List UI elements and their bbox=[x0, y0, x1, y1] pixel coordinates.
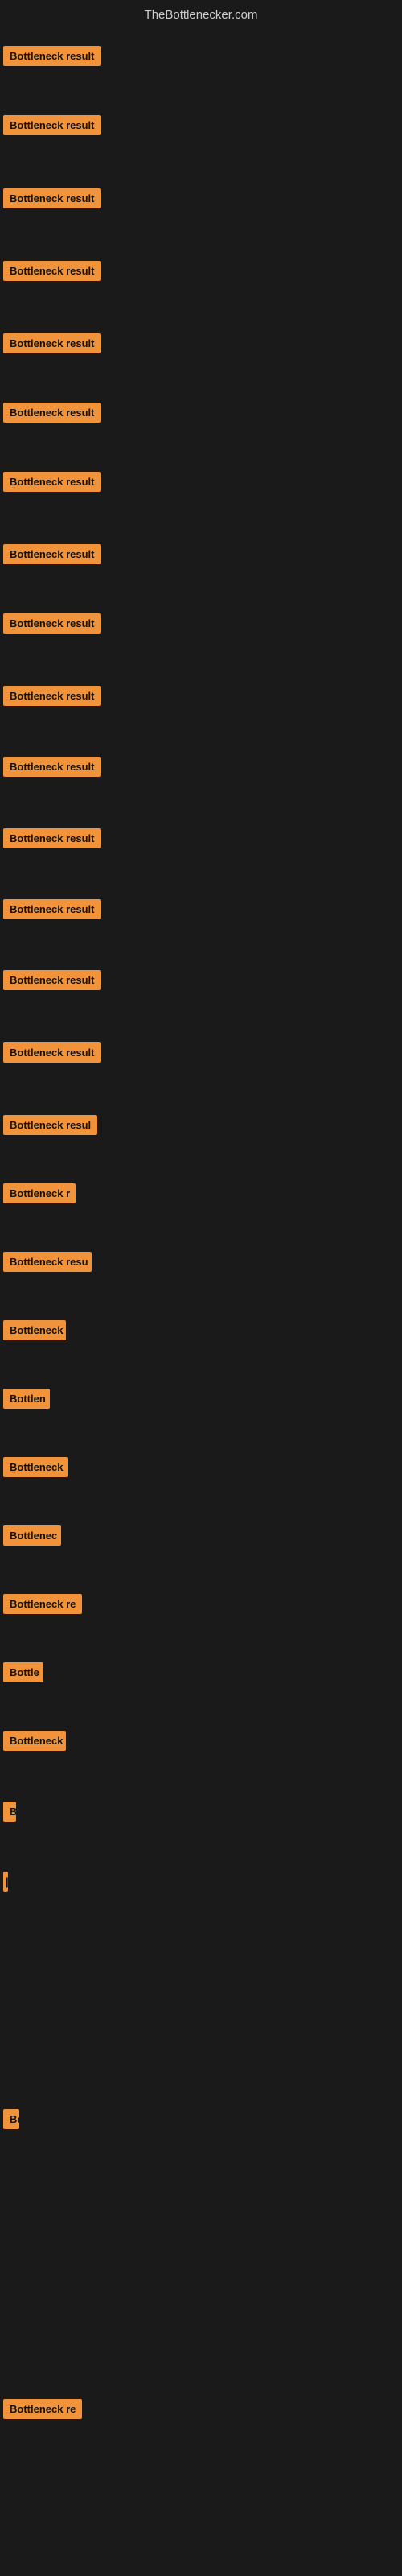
bottleneck-badge[interactable]: Bottleneck result bbox=[3, 828, 100, 848]
bottleneck-badge[interactable]: Bottleneck r bbox=[3, 1183, 76, 1203]
bottleneck-badge[interactable]: Bottlen bbox=[3, 1389, 50, 1409]
bottleneck-badge[interactable]: Bottleneck bbox=[3, 1457, 68, 1477]
bottleneck-badge[interactable]: Bottleneck result bbox=[3, 188, 100, 208]
bottleneck-badge[interactable]: Bottleneck result bbox=[3, 115, 100, 135]
badge-row: Bottleneck result bbox=[3, 402, 100, 427]
bottleneck-badge[interactable]: Bottleneck resul bbox=[3, 1115, 97, 1135]
badge-row: Bottleneck result bbox=[3, 970, 100, 994]
bottleneck-badge[interactable]: B bbox=[3, 1802, 16, 1822]
bottleneck-badge[interactable]: Bo bbox=[3, 2109, 19, 2129]
badge-row: Bottleneck result bbox=[3, 686, 100, 710]
bottleneck-badge[interactable]: Bottleneck result bbox=[3, 333, 100, 353]
badge-row: Bottleneck result bbox=[3, 1042, 100, 1067]
badge-row: Bottleneck r bbox=[3, 1183, 76, 1208]
badge-row: Bottlen bbox=[3, 1389, 50, 1413]
bottleneck-badge[interactable]: Bottleneck bbox=[3, 1320, 66, 1340]
bottleneck-badge[interactable]: Bottleneck resu bbox=[3, 1252, 92, 1272]
badge-row: Bottleneck result bbox=[3, 757, 100, 781]
badge-row: Bottleneck result bbox=[3, 333, 100, 357]
bottleneck-badge[interactable]: Bottleneck bbox=[3, 1731, 66, 1751]
bottleneck-badge[interactable]: Bottleneck result bbox=[3, 544, 100, 564]
bottleneck-badge[interactable]: Bottleneck result bbox=[3, 757, 100, 777]
badge-row: Bottleneck result bbox=[3, 613, 100, 638]
badge-row: Bottlenec bbox=[3, 1525, 61, 1550]
badge-row: Bottleneck result bbox=[3, 544, 100, 568]
badge-row: Bottleneck resu bbox=[3, 1252, 92, 1276]
badge-row: Bottleneck result bbox=[3, 46, 100, 70]
bottleneck-badge[interactable]: Bottleneck result bbox=[3, 899, 100, 919]
badge-row: Bottleneck result bbox=[3, 899, 100, 923]
badge-row: Bottleneck re bbox=[3, 2399, 82, 2423]
badge-row: Bottleneck result bbox=[3, 188, 100, 213]
bottleneck-badge[interactable]: Bottleneck re bbox=[3, 2399, 82, 2419]
bottleneck-badge[interactable]: Bottleneck result bbox=[3, 970, 100, 990]
bottleneck-badge[interactable]: Bottleneck result bbox=[3, 613, 100, 634]
site-title: TheBottlenecker.com bbox=[0, 0, 402, 27]
badge-row: Bottleneck bbox=[3, 1320, 66, 1344]
bottleneck-badge[interactable]: Bottleneck result bbox=[3, 46, 100, 66]
bottleneck-badge[interactable]: Bottleneck re bbox=[3, 1594, 82, 1614]
bottleneck-badge[interactable]: Bottleneck result bbox=[3, 686, 100, 706]
page-container: TheBottlenecker.com Bottleneck result Bot… bbox=[0, 0, 402, 2576]
badge-row: Bottleneck bbox=[3, 1457, 68, 1481]
bottleneck-badge[interactable]: Bottleneck result bbox=[3, 261, 100, 281]
bottleneck-badge[interactable]: | bbox=[3, 1872, 8, 1892]
badge-row: Bo bbox=[3, 2109, 19, 2133]
badge-row: Bottleneck result bbox=[3, 261, 100, 285]
bottleneck-badge[interactable]: Bottleneck result bbox=[3, 402, 100, 423]
badge-row: B bbox=[3, 1802, 16, 1826]
bottleneck-badge[interactable]: Bottleneck result bbox=[3, 472, 100, 492]
badge-row: Bottle bbox=[3, 1662, 43, 1686]
badge-row: Bottleneck re bbox=[3, 1594, 82, 1618]
badge-row: Bottleneck result bbox=[3, 472, 100, 496]
badge-row: Bottleneck result bbox=[3, 115, 100, 139]
bottleneck-badge[interactable]: Bottlenec bbox=[3, 1525, 61, 1546]
badge-row: | bbox=[3, 1872, 8, 1896]
badge-row: Bottleneck bbox=[3, 1731, 66, 1755]
badge-row: Bottleneck resul bbox=[3, 1115, 97, 1139]
bottleneck-badge[interactable]: Bottle bbox=[3, 1662, 43, 1682]
bottleneck-badge[interactable]: Bottleneck result bbox=[3, 1042, 100, 1063]
badge-row: Bottleneck result bbox=[3, 828, 100, 852]
